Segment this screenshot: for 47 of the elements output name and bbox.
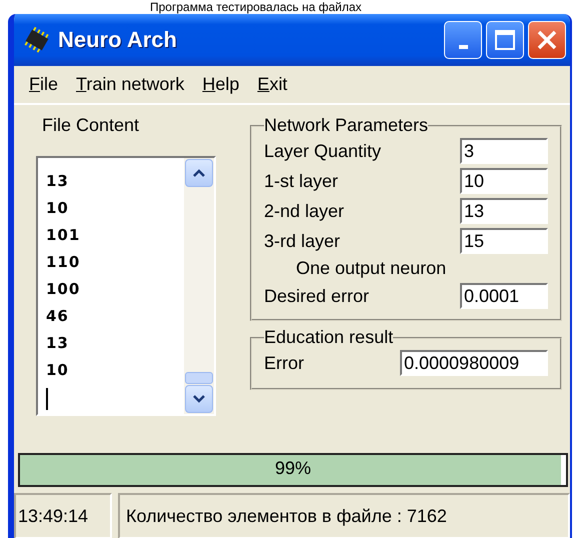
menu-item[interactable]: Help bbox=[193, 72, 248, 97]
file-line: 110 bbox=[46, 252, 82, 273]
close-button[interactable] bbox=[528, 21, 566, 59]
menu-item[interactable]: Exit bbox=[248, 72, 296, 97]
status-message: Количество элементов в файле : 7162 bbox=[118, 493, 570, 538]
window-title: Neuro Arch bbox=[58, 27, 178, 53]
file-line: 101 bbox=[46, 225, 82, 246]
file-line: 100 bbox=[46, 279, 82, 300]
menu-item[interactable]: File bbox=[20, 72, 68, 97]
file-line: 13 bbox=[46, 333, 70, 354]
field-label: Layer Quantity bbox=[264, 140, 382, 162]
field-label: 2-nd layer bbox=[264, 200, 344, 222]
maximize-button[interactable] bbox=[486, 21, 524, 59]
input-field[interactable]: 0.0000980009 bbox=[400, 350, 548, 376]
note-text: One output neuron bbox=[295, 258, 448, 279]
scrollbar[interactable] bbox=[184, 158, 214, 414]
input-field[interactable]: 0.0001 bbox=[460, 283, 548, 309]
input-field[interactable]: 10 bbox=[460, 168, 548, 194]
input-field[interactable]: 3 bbox=[460, 138, 548, 164]
down-caret-icon bbox=[192, 394, 206, 404]
file-content-box[interactable]: 13 10 101 110 100 46 13 10 bbox=[36, 156, 216, 416]
field-label: 1-st layer bbox=[264, 170, 338, 192]
text-caret bbox=[46, 388, 48, 410]
input-field[interactable]: 15 bbox=[460, 228, 548, 254]
scroll-down-button[interactable] bbox=[185, 385, 213, 413]
caption-text: Программа тестировалась на файлах bbox=[150, 0, 363, 14]
field-label: 3-rd layer bbox=[264, 230, 340, 252]
file-line: 46 bbox=[46, 306, 70, 327]
group-title: Network Parameters bbox=[264, 115, 428, 136]
input-field[interactable]: 13 bbox=[460, 198, 548, 224]
minimize-icon bbox=[458, 45, 468, 49]
file-line: 13 bbox=[46, 171, 70, 192]
close-icon bbox=[536, 29, 558, 51]
file-content-label: File Content bbox=[42, 115, 140, 136]
field-label: Error bbox=[264, 352, 304, 374]
scroll-up-button[interactable] bbox=[185, 159, 213, 187]
progress-text: 99% bbox=[274, 458, 312, 479]
status-time: 13:49:14 bbox=[14, 493, 112, 538]
file-line: 10 bbox=[46, 198, 70, 219]
scroll-thumb[interactable] bbox=[185, 372, 213, 384]
group-title: Education result bbox=[264, 327, 394, 348]
field-label: Desired error bbox=[264, 286, 370, 306]
minimize-button[interactable] bbox=[444, 21, 482, 59]
up-caret-icon bbox=[192, 168, 206, 178]
file-line: 10 bbox=[46, 360, 70, 381]
maximize-icon bbox=[494, 29, 516, 51]
menu-item[interactable]: Train network bbox=[67, 72, 194, 97]
